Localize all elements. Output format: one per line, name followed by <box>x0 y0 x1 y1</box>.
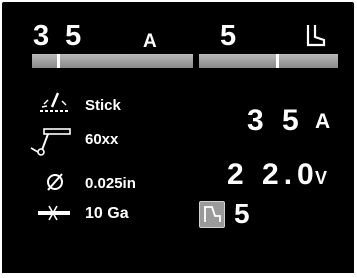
boot-icon <box>303 24 327 48</box>
current-level-bar[interactable] <box>32 54 193 68</box>
electrode-holder-icon <box>30 126 72 156</box>
hotstart-level-marker[interactable] <box>276 54 279 68</box>
current-readout-unit: A <box>315 110 331 133</box>
voltage-readout-unit: V <box>315 168 328 188</box>
diameter-label: 0.025in <box>85 175 136 192</box>
process-spark-icon <box>38 90 72 114</box>
header-hotstart-value: 5 <box>220 20 241 52</box>
header-current-unit: A <box>143 31 157 52</box>
voltage-readout-value: 2 2.0 <box>227 158 319 191</box>
electrode-label: 60xx <box>85 131 119 148</box>
arc-control-icon[interactable] <box>199 201 225 228</box>
bottom-strip <box>2 232 354 273</box>
material-thickness-icon <box>37 205 71 221</box>
process-label: Stick <box>85 97 121 114</box>
hotstart-level-bar[interactable] <box>199 54 338 68</box>
thickness-label: 10 Ga <box>85 205 129 222</box>
current-level-marker[interactable] <box>57 54 60 68</box>
arc-control-value: 5 <box>234 198 254 229</box>
current-readout-value: 3 5 <box>247 104 304 137</box>
header-current-value: 3 5 <box>33 20 86 52</box>
display-screen: 3 5 A 5 Stick 60xx 0.025in 10 Ga 3 5 A 2… <box>2 2 354 273</box>
diameter-icon <box>45 172 65 192</box>
